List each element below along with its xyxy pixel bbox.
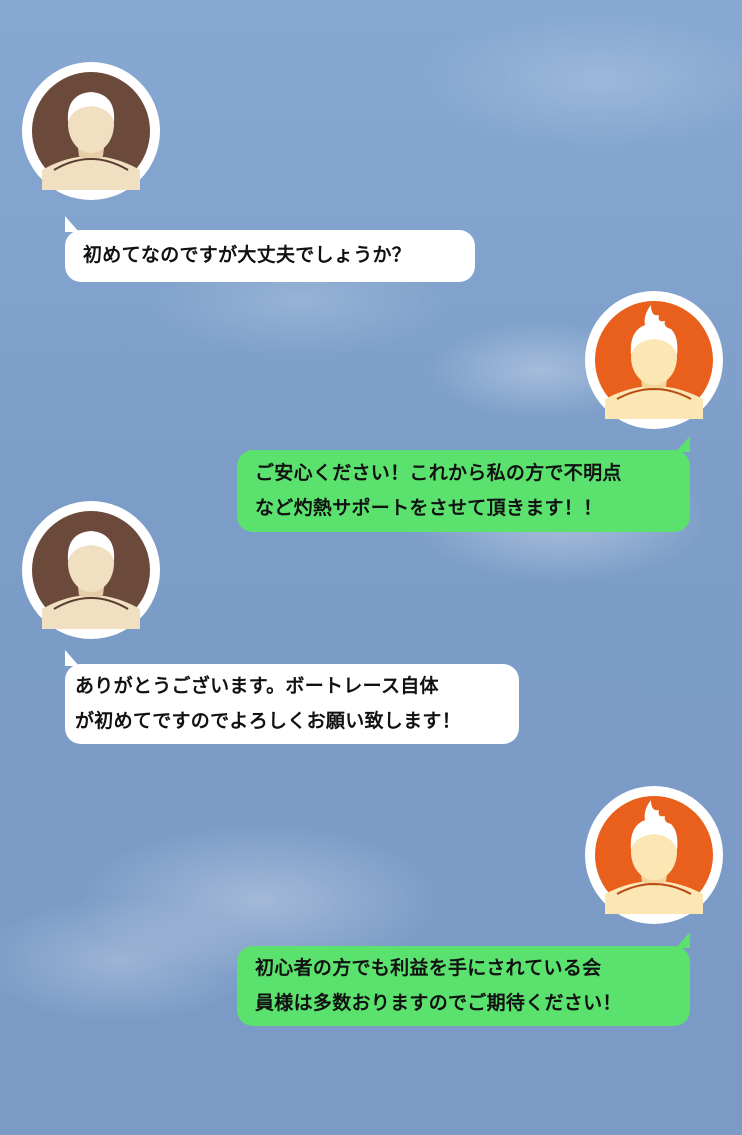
bubble-tail — [65, 216, 79, 232]
bubble-tail — [65, 650, 79, 666]
chat-screen: { "colors": { "user_bubble": "#ffffff", … — [0, 0, 742, 1135]
message-text-line: が初めてですのでよろしくお願い致します！ — [75, 710, 462, 732]
agent-message-bubble: ご安心ください！これから私の方で不明点 など灼熱サポートをさせて頂きます！！ — [237, 436, 690, 532]
message-text-line: ありがとうございます。ボートレース自体 — [75, 675, 439, 697]
message-text-line: ご安心ください！これから私の方で不明点 — [255, 462, 622, 484]
user-message-bubble: ありがとうございます。ボートレース自体 が初めてですのでよろしくお願い致します！ — [65, 650, 519, 744]
message-text-line: など灼熱サポートをさせて頂きます！！ — [255, 497, 603, 519]
message-text-line: 初めてなのですが大丈夫でしょうか？ — [83, 244, 412, 266]
bubble-tail — [676, 932, 690, 948]
message-text-line: 初心者の方でも利益を手にされている会 — [255, 957, 602, 979]
user-avatar — [22, 501, 160, 639]
agent-avatar — [585, 786, 723, 924]
agent-avatar-icon — [595, 796, 713, 914]
agent-avatar — [585, 291, 723, 429]
bubble-tail — [676, 436, 690, 452]
agent-avatar-icon — [595, 301, 713, 419]
user-avatar-icon — [32, 72, 150, 190]
message-text-line: 員様は多数おりますのでご期待ください！ — [255, 992, 622, 1014]
user-avatar — [22, 62, 160, 200]
user-message-bubble: 初めてなのですが大丈夫でしょうか？ — [65, 216, 475, 282]
agent-message-bubble: 初心者の方でも利益を手にされている会 員様は多数おりますのでご期待ください！ — [237, 932, 690, 1026]
user-avatar-icon — [32, 511, 150, 629]
